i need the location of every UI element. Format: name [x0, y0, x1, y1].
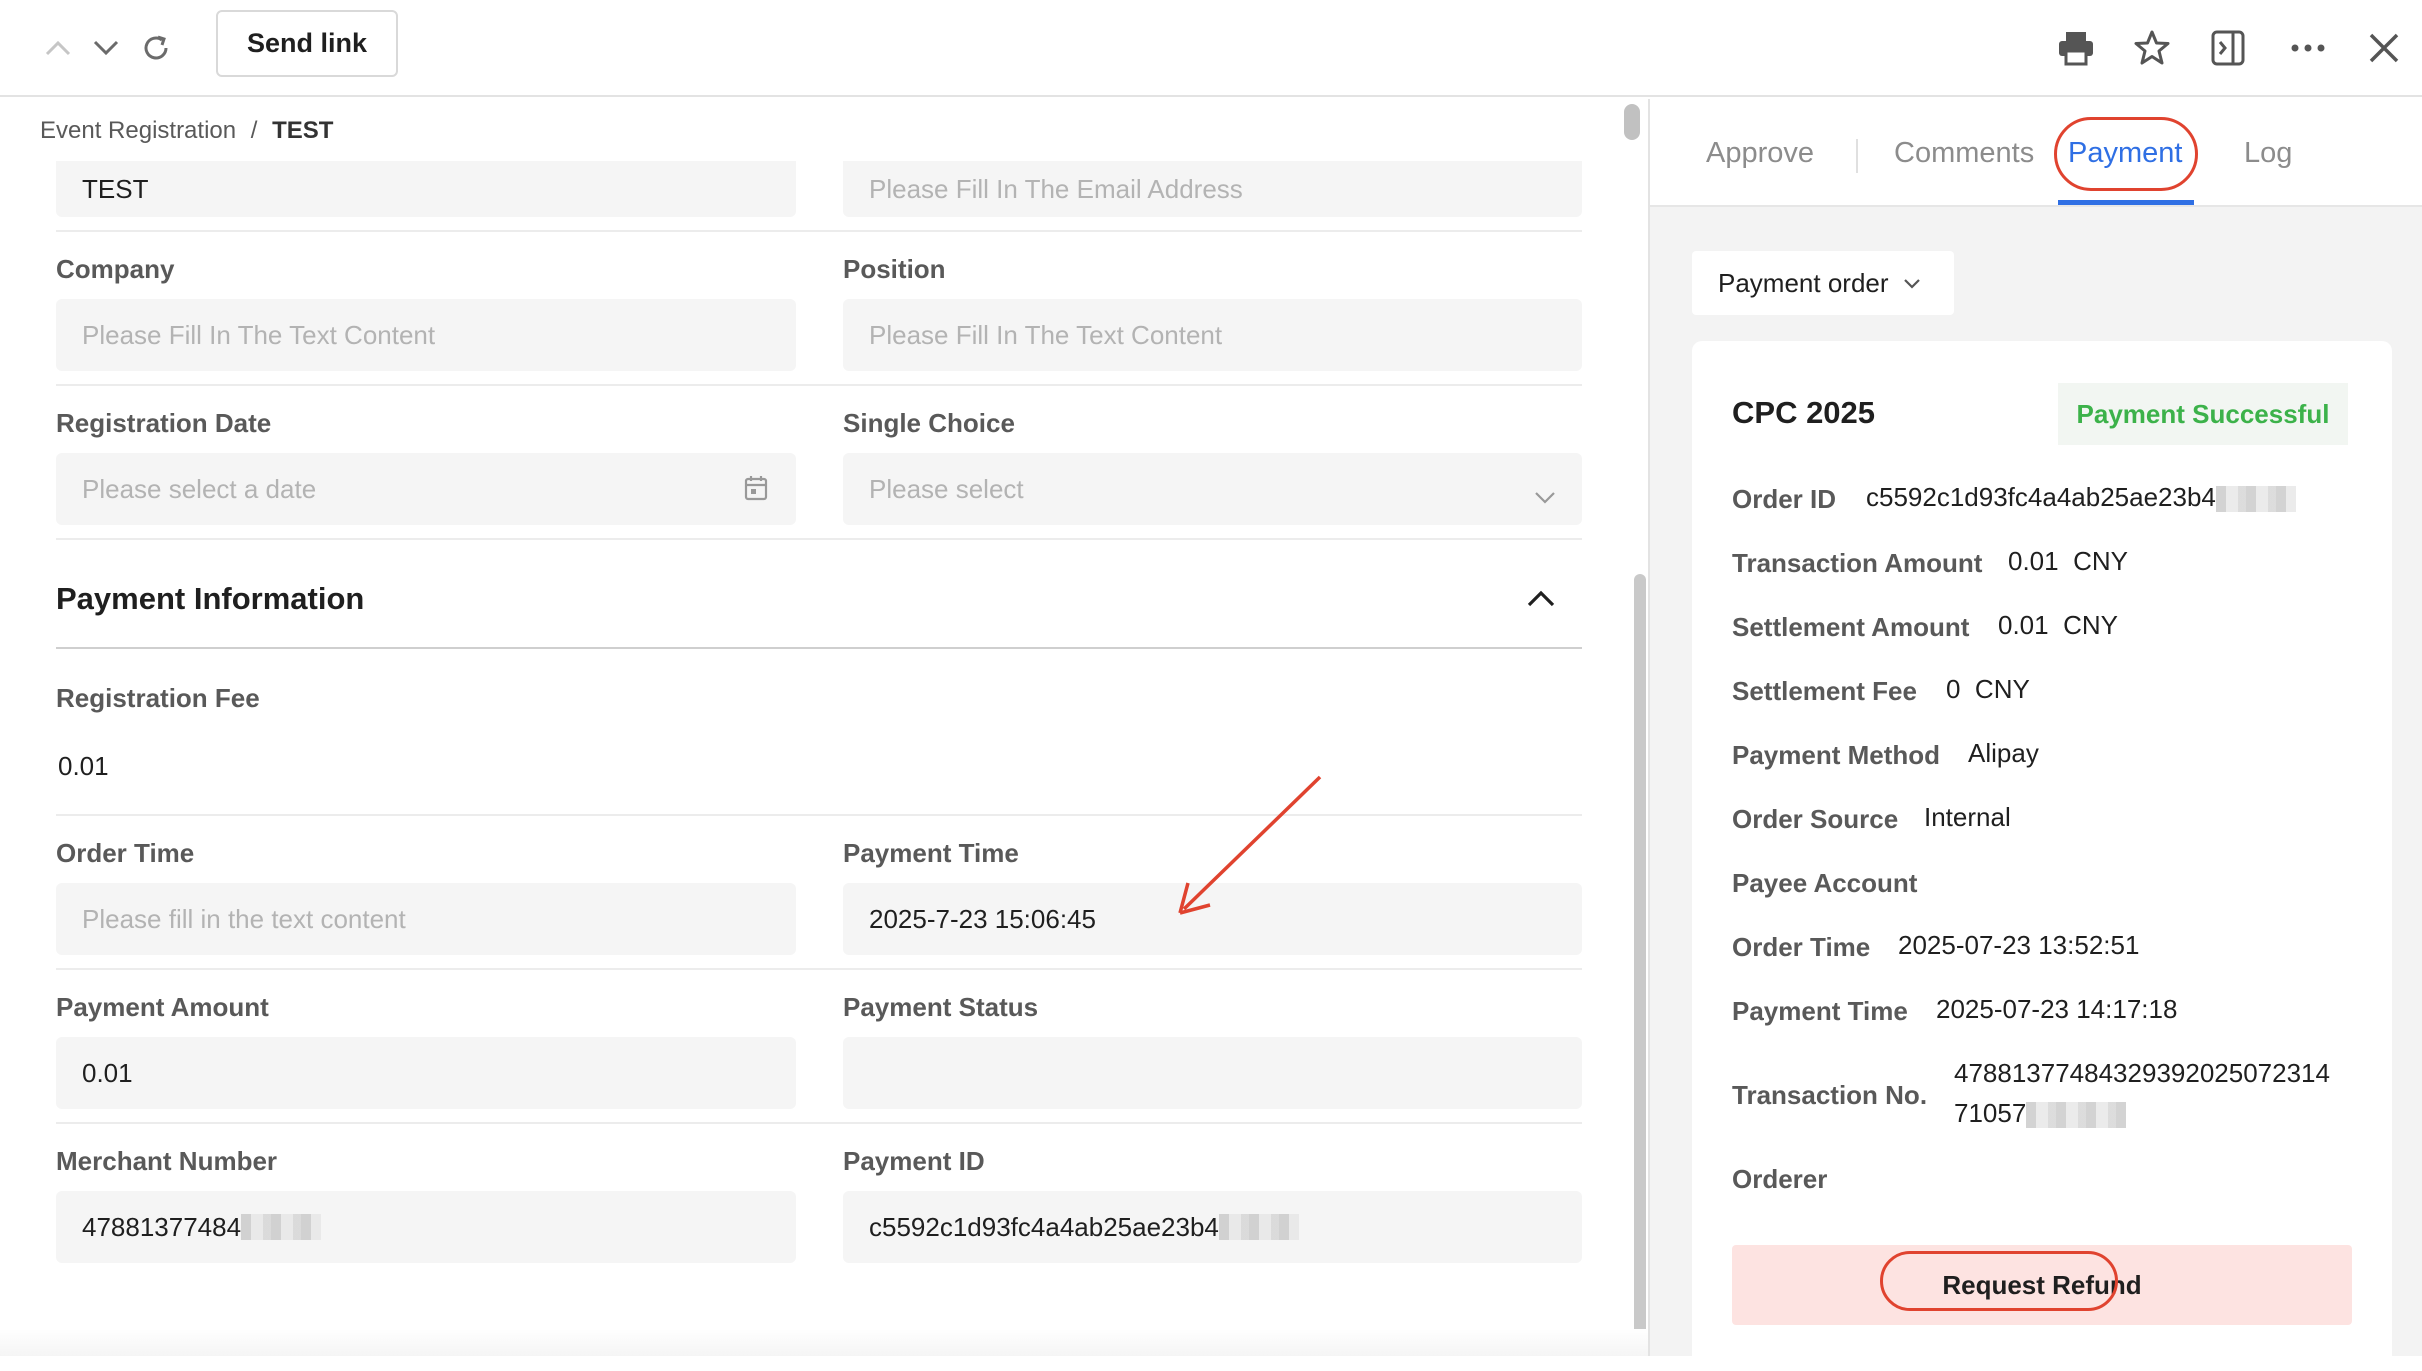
breadcrumb-current: TEST: [272, 117, 334, 144]
registration-date-label: Registration Date: [56, 408, 272, 438]
transaction-amount-label: Transaction Amount: [1732, 548, 1983, 578]
payment-card: CPC 2025 Payment Successful Order ID c55…: [1692, 341, 2392, 1371]
settlement-amount-label: Settlement Amount: [1732, 612, 1970, 642]
order-time-field[interactable]: Please fill in the text content: [56, 883, 796, 955]
company-label: Company: [56, 254, 175, 284]
payment-status-label: Payment Status: [843, 992, 1039, 1022]
chevron-down-icon[interactable]: [86, 28, 126, 68]
annotation-circle: [1880, 1251, 2118, 1311]
merchant-number-value: 47881377484: [82, 1211, 242, 1242]
merchant-number-label: Merchant Number: [56, 1146, 278, 1176]
scrollbar-thumb[interactable]: [1624, 104, 1640, 140]
payment-section-title: Payment Information: [56, 581, 365, 616]
calendar-icon[interactable]: [744, 475, 768, 508]
side-tabs: Approve Comments Payment Log: [1650, 99, 2422, 207]
payment-time-label: Payment Time: [843, 838, 1019, 868]
email-field[interactable]: Please Fill In The Email Address: [843, 161, 1582, 217]
payment-id-value: c5592c1d93fc4a4ab25ae23b4: [869, 1211, 1219, 1242]
payment-order-dropdown-label: Payment order: [1718, 267, 1889, 298]
chevron-up-icon[interactable]: [38, 28, 78, 68]
payee-account-label: Payee Account: [1732, 868, 1918, 898]
collapse-chevron-up-icon[interactable]: [1526, 589, 1556, 614]
order-time-value: 2025-07-23 13:52:51: [1898, 930, 2140, 960]
side-panel: Approve Comments Payment Log Payment ord…: [1648, 99, 2422, 1371]
form-panel: Event Registration / TEST TEST Please Fi…: [0, 99, 1648, 1356]
order-time-label: Order Time: [56, 838, 195, 868]
registration-fee-value: 0.01: [58, 751, 109, 781]
order-source-value: Internal: [1924, 802, 2011, 832]
payment-status-field[interactable]: [843, 1037, 1582, 1109]
chevron-down-icon: [1534, 481, 1556, 512]
top-toolbar: Send link: [0, 0, 2422, 97]
breadcrumb: Event Registration / TEST: [40, 117, 333, 145]
sidebar-toggle-icon[interactable]: [2204, 24, 2252, 72]
payment-method-label: Payment Method: [1732, 740, 1941, 770]
tab-comments[interactable]: Comments: [1894, 137, 2034, 170]
order-id-value: c5592c1d93fc4a4ab25ae23b4: [1866, 482, 2296, 513]
scrollbar[interactable]: [1634, 574, 1646, 1356]
redacted-blur: [241, 1214, 322, 1240]
transaction-no-line2: 71057: [1954, 1098, 2127, 1129]
send-link-button[interactable]: Send link: [216, 10, 398, 77]
more-icon[interactable]: [2284, 24, 2332, 72]
orderer-label: Orderer: [1732, 1164, 1828, 1194]
position-field[interactable]: Please Fill In The Text Content: [843, 299, 1582, 371]
payment-id-label: Payment ID: [843, 1146, 985, 1176]
payment-method-value: Alipay: [1968, 738, 2039, 768]
redacted-blur: [1218, 1214, 1299, 1240]
transaction-no-line1: 47881377484329392025072314: [1954, 1058, 2330, 1088]
order-id-label: Order ID: [1732, 484, 1837, 514]
registration-date-field[interactable]: Please select a date: [56, 453, 796, 525]
payment-time-value: 2025-07-23 14:17:18: [1936, 994, 2178, 1024]
single-choice-label: Single Choice: [843, 408, 1015, 438]
status-badge: Payment Successful: [2058, 383, 2348, 445]
breadcrumb-separator: /: [250, 117, 258, 144]
payment-amount-field[interactable]: 0.01: [56, 1037, 796, 1109]
settlement-fee-value: 0 CNY: [1946, 674, 2030, 704]
payment-order-dropdown[interactable]: Payment order: [1692, 251, 1954, 315]
order-source-label: Order Source: [1732, 804, 1899, 834]
annotation-arrow-icon: [1178, 775, 1322, 915]
transaction-no-label: Transaction No.: [1732, 1080, 1928, 1110]
merchant-number-field[interactable]: 47881377484: [56, 1191, 796, 1263]
position-label: Position: [843, 254, 946, 284]
chevron-down-icon: [1903, 266, 1921, 297]
payment-time-label: Payment Time: [1732, 996, 1908, 1026]
registration-date-placeholder: Please select a date: [82, 473, 317, 504]
settlement-fee-label: Settlement Fee: [1732, 676, 1917, 706]
refresh-icon[interactable]: [136, 28, 176, 68]
registration-fee-label: Registration Fee: [56, 683, 260, 713]
close-icon[interactable]: [2360, 24, 2408, 72]
single-choice-placeholder: Please select: [869, 473, 1024, 504]
active-tab-indicator: [2058, 200, 2194, 205]
breadcrumb-parent[interactable]: Event Registration: [40, 117, 236, 144]
payment-amount-label: Payment Amount: [56, 992, 269, 1022]
order-time-label: Order Time: [1732, 932, 1871, 962]
tab-log[interactable]: Log: [2244, 137, 2292, 170]
single-choice-select[interactable]: Please select: [843, 453, 1582, 525]
payment-id-field[interactable]: c5592c1d93fc4a4ab25ae23b4: [843, 1191, 1582, 1263]
card-title: CPC 2025: [1732, 395, 1876, 430]
annotation-circle: [2054, 117, 2198, 191]
tab-approve[interactable]: Approve: [1706, 137, 1814, 170]
print-icon[interactable]: [2052, 24, 2100, 72]
star-icon[interactable]: [2128, 24, 2176, 72]
company-field[interactable]: Please Fill In The Text Content: [56, 299, 796, 371]
settlement-amount-value: 0.01 CNY: [1998, 610, 2118, 640]
transaction-amount-value: 0.01 CNY: [2008, 546, 2128, 576]
name-field[interactable]: TEST: [56, 161, 796, 217]
